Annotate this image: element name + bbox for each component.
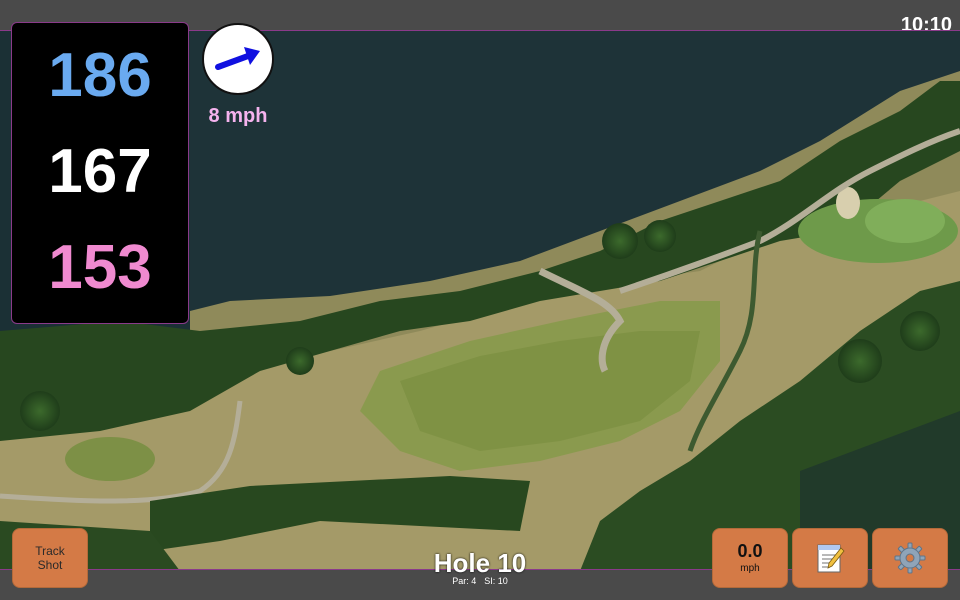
speed-value: 0.0 — [737, 541, 763, 561]
back-distance: 186 — [48, 41, 152, 110]
middle-distance: 167 — [48, 137, 152, 206]
distance-panel: 186 167 153 — [11, 22, 189, 324]
track-shot-button[interactable]: Track Shot — [12, 528, 88, 588]
speed-unit: mph — [740, 563, 760, 574]
hole-si: SI: 10 — [484, 576, 508, 586]
settings-button[interactable] — [872, 528, 948, 588]
hole-meta: Par: 4 SI: 10 — [380, 576, 580, 586]
wind-speed: 8 mph — [208, 105, 268, 127]
notes-button[interactable] — [792, 528, 868, 588]
gear-icon — [894, 542, 926, 574]
arrow-icon — [215, 47, 260, 70]
hole-par: Par: 4 — [452, 576, 477, 586]
front-distance: 153 — [48, 233, 152, 302]
hole-title: Hole 10 — [433, 548, 527, 578]
speed-button[interactable]: 0.0 mph — [712, 528, 788, 588]
memo-icon — [817, 544, 845, 573]
wind-indicator — [202, 23, 274, 95]
track-shot-label: Track Shot — [35, 544, 65, 572]
hole-info: Hole 10 Par: 4 SI: 10 — [380, 548, 580, 586]
